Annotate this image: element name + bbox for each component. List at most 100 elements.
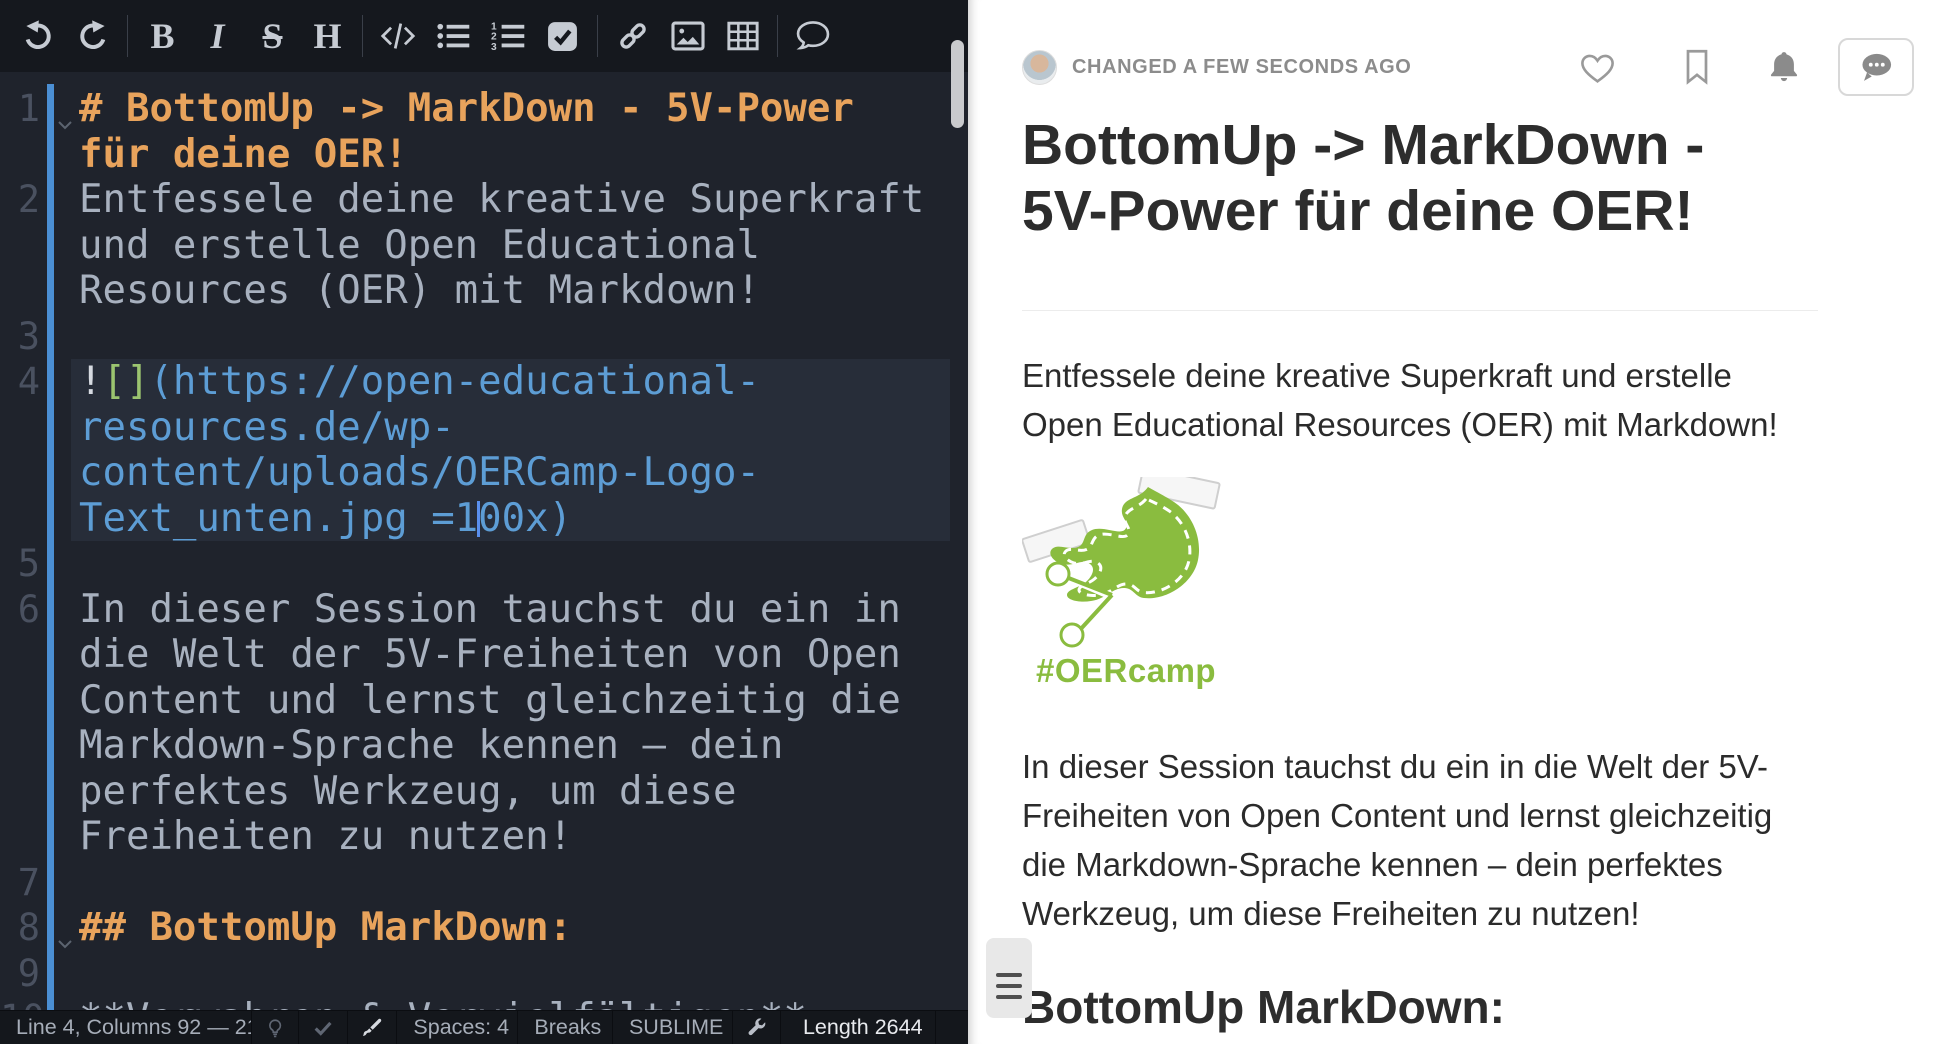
undo-button[interactable] xyxy=(10,10,65,62)
ordered-list-icon: 123 xyxy=(491,20,525,52)
line-number: 4 xyxy=(0,359,40,405)
toolbar-separator xyxy=(362,15,363,57)
redo-icon xyxy=(76,19,110,53)
preview-pane: CHANGED A FEW SECONDS AGO xyxy=(968,0,1938,1044)
lightbulb-icon[interactable] xyxy=(252,1011,299,1044)
logo-caption: #OERcamp xyxy=(1022,652,1222,690)
bold-icon: B xyxy=(150,18,174,54)
strikethrough-button[interactable]: S xyxy=(245,10,300,62)
fold-chevron-icon[interactable] xyxy=(55,100,75,132)
rendered-document: BottomUp -> MarkDown -5V-Power für deine… xyxy=(1022,112,1818,1044)
keymap-setting[interactable]: SUBLIME xyxy=(613,1011,733,1044)
line-number: 1 xyxy=(0,86,40,132)
svg-text:3: 3 xyxy=(491,42,497,52)
section-heading: BottomUp MarkDown: xyxy=(1022,980,1818,1044)
statusbar-filler xyxy=(936,1011,968,1044)
code-line[interactable]: 1# BottomUp -> MarkDown - 5V-Power xyxy=(0,86,968,132)
intro-paragraph: Entfessele deine kreative Superkraft und… xyxy=(1022,351,1818,449)
fold-chevron-icon[interactable] xyxy=(55,919,75,951)
comment-icon xyxy=(795,19,831,53)
breaks-setting[interactable]: Breaks xyxy=(518,1011,613,1044)
editor-scrollbar-thumb[interactable] xyxy=(951,40,964,128)
code-icon xyxy=(380,20,416,52)
code-line[interactable]: und erstelle Open Educational xyxy=(0,223,968,269)
code-line[interactable]: resources.de/wp- xyxy=(0,405,968,451)
unordered-list-button[interactable] xyxy=(425,10,480,62)
bold-button[interactable]: B xyxy=(135,10,190,62)
editor-pane: BISH123 1# BottomUp -> MarkDown - 5V-Pow… xyxy=(0,0,968,1044)
header-button[interactable]: H xyxy=(300,10,355,62)
notification-bell-icon[interactable] xyxy=(1766,48,1802,86)
code-line[interactable]: 7 xyxy=(0,860,968,906)
line-number: 2 xyxy=(0,177,40,223)
code-line[interactable]: 6In dieser Session tauchst du ein in xyxy=(0,587,968,633)
toolbar-separator xyxy=(597,15,598,57)
code-line[interactable]: perfektes Werkzeug, um diese xyxy=(0,769,968,815)
code-line[interactable]: 5 xyxy=(0,541,968,587)
image-button[interactable] xyxy=(660,10,715,62)
line-number: 8 xyxy=(0,905,40,951)
comment-bubble-icon xyxy=(1856,50,1896,84)
code-line[interactable]: 3 xyxy=(0,314,968,360)
code-line[interactable]: Content und lernst gleichzeitig die xyxy=(0,678,968,724)
comment-button[interactable] xyxy=(785,10,840,62)
code-line[interactable]: für deine OER! xyxy=(0,132,968,178)
like-heart-icon[interactable] xyxy=(1579,50,1616,84)
line-number: 5 xyxy=(0,541,40,587)
hamburger-icon xyxy=(996,973,1022,977)
code-line[interactable]: die Welt der 5V-Freiheiten von Open xyxy=(0,632,968,678)
code-line[interactable]: 9 xyxy=(0,951,968,997)
spaces-setting[interactable]: Spaces: 4 xyxy=(397,1011,518,1044)
redo-button[interactable] xyxy=(65,10,120,62)
cursor-position-status: Line 4, Columns 92 — 21 xyxy=(0,1011,252,1044)
image-icon xyxy=(671,21,705,51)
toc-toggle-tab[interactable] xyxy=(986,938,1032,1018)
line-number: 7 xyxy=(0,860,40,906)
task-list-icon xyxy=(546,20,579,53)
author-avatar[interactable] xyxy=(1022,50,1057,85)
link-button[interactable] xyxy=(605,10,660,62)
toolbar-separator xyxy=(127,15,128,57)
ordered-list-button[interactable]: 123 xyxy=(480,10,535,62)
comments-button[interactable] xyxy=(1838,38,1914,96)
check-status-icon[interactable] xyxy=(299,1011,348,1044)
code-line[interactable]: 4![](https://open-educational- xyxy=(0,359,968,405)
table-icon xyxy=(727,21,759,51)
code-line[interactable]: Freiheiten zu nutzen! xyxy=(0,814,968,860)
toolbar-separator xyxy=(777,15,778,57)
oercamp-logo: #OERcamp xyxy=(1022,477,1222,690)
wrench-icon[interactable] xyxy=(733,1011,781,1044)
code-line[interactable]: 2Entfessele deine kreative Superkraft xyxy=(0,177,968,223)
line-number: 3 xyxy=(0,314,40,360)
code-line[interactable]: content/uploads/OERCamp-Logo- xyxy=(0,450,968,496)
code-button[interactable] xyxy=(370,10,425,62)
code-editor[interactable]: 1# BottomUp -> MarkDown - 5V-Powerfür de… xyxy=(0,72,968,1010)
table-button[interactable] xyxy=(715,10,770,62)
code-line[interactable]: Markdown-Sprache kennen – dein xyxy=(0,723,968,769)
code-line[interactable]: 10**Verwahren & Vervielfältigen** xyxy=(0,996,968,1010)
code-line[interactable]: Resources (OER) mit Markdown! xyxy=(0,268,968,314)
editor-toolbar: BI SH 123 xyxy=(0,0,968,72)
editor-statusbar: Line 4, Columns 92 — 21 Spaces: 4 Breaks… xyxy=(0,1010,968,1044)
line-number: 10 xyxy=(0,996,40,1010)
undo-icon xyxy=(21,19,55,53)
link-icon xyxy=(616,19,650,53)
italic-button[interactable]: I xyxy=(190,10,245,62)
preview-header: CHANGED A FEW SECONDS AGO xyxy=(1022,38,1914,96)
line-number: 6 xyxy=(0,587,40,633)
unordered-list-icon xyxy=(436,20,470,52)
theme-brush-icon[interactable] xyxy=(348,1011,397,1044)
document-length-status: Length 2644 xyxy=(781,1011,936,1044)
line-number: 9 xyxy=(0,951,40,997)
code-lines: 1# BottomUp -> MarkDown - 5V-Powerfür de… xyxy=(0,72,968,1010)
last-changed-label: CHANGED A FEW SECONDS AGO xyxy=(1072,56,1411,79)
code-line[interactable]: 8## BottomUp MarkDown: xyxy=(0,905,968,951)
task-list-button[interactable] xyxy=(535,10,590,62)
code-line[interactable]: Text_unten.jpg =100x) xyxy=(0,496,968,542)
strikethrough-icon: S xyxy=(262,18,282,54)
app-window: BISH123 1# BottomUp -> MarkDown - 5V-Pow… xyxy=(0,0,1938,1044)
italic-icon: I xyxy=(210,18,224,54)
session-paragraph: In dieser Session tauchst du ein in die … xyxy=(1022,742,1818,938)
bookmark-icon[interactable] xyxy=(1682,49,1712,85)
document-title: BottomUp -> MarkDown -5V-Power für deine… xyxy=(1022,112,1818,311)
